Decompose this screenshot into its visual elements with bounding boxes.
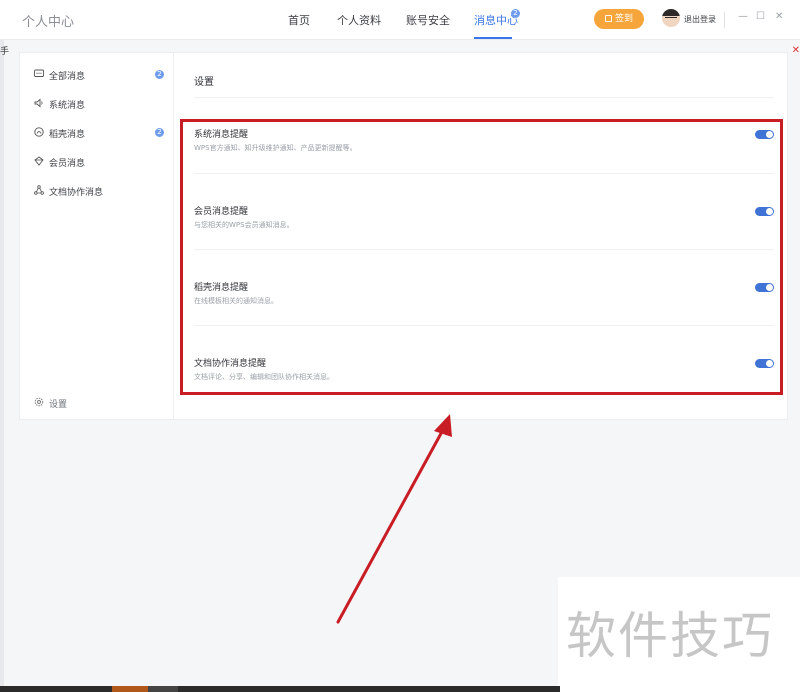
app-window: 验 手 ✕ 个人中心 首页 个人资料 账号安全 消息中心 2 签到 退出登录 —… [0, 0, 800, 692]
watermark: 软件技巧 [566, 607, 774, 665]
taskbar-strip [0, 686, 560, 692]
